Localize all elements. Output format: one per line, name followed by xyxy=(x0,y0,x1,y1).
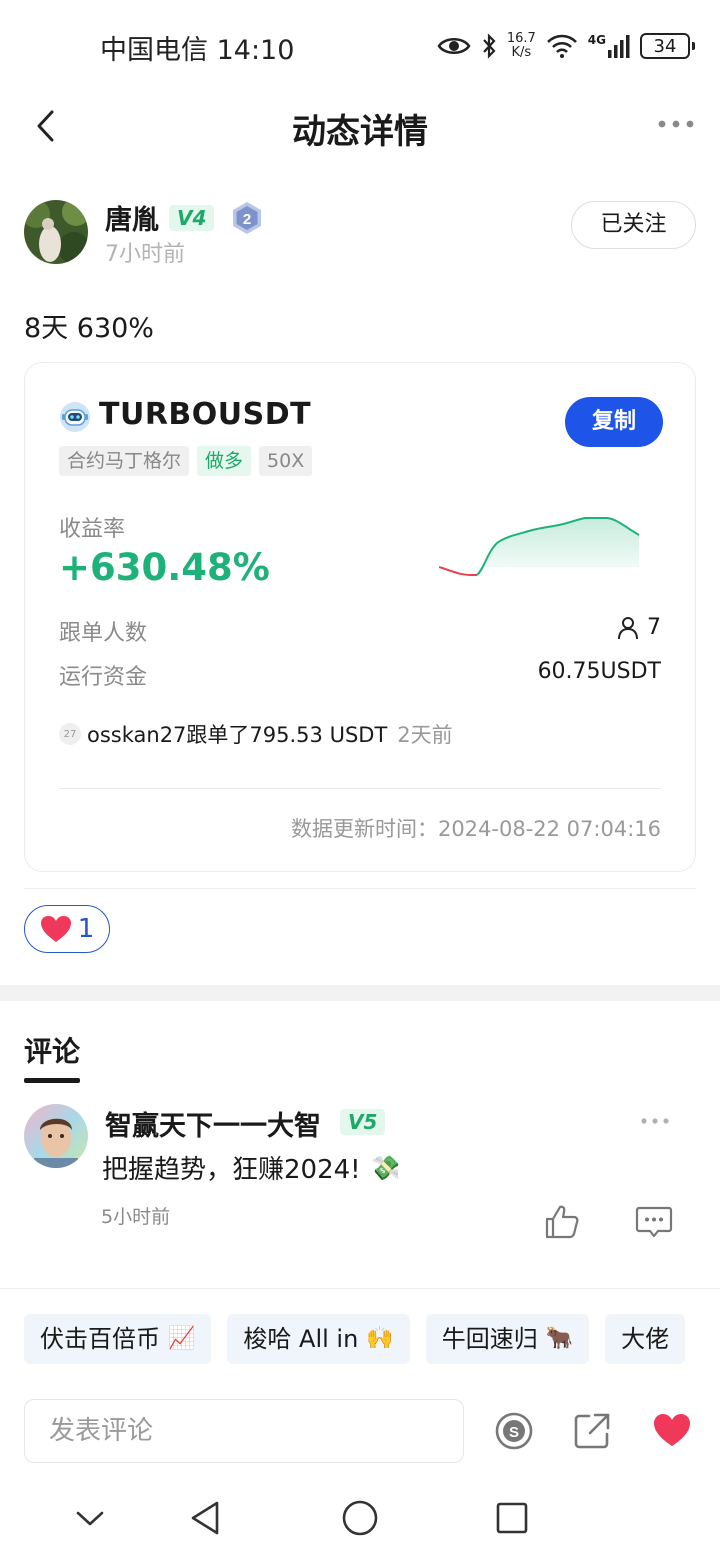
comment-time: 5小时前 xyxy=(101,1206,171,1228)
tag-leverage: 50X xyxy=(259,446,313,476)
author-name[interactable]: 唐胤 xyxy=(105,198,159,237)
page-title: 动态详情 xyxy=(292,112,428,152)
update-time: 数据更新时间：2024-08-22 07:04:16 xyxy=(290,817,661,841)
robot-coin-icon xyxy=(60,402,90,432)
vip-badge: V4 xyxy=(169,205,215,231)
yield-label: 收益率 xyxy=(59,517,126,542)
chart-up-emoji: 📈 xyxy=(168,1326,196,1351)
tab-comments[interactable]: 评论 xyxy=(24,1030,80,1070)
copy-button[interactable]: 复制 xyxy=(565,397,663,447)
comment-body: 把握趋势，狂赚2024! xyxy=(102,1155,361,1185)
quick-reply-chip[interactable]: 牛回速归 🐂 xyxy=(425,1314,590,1364)
money-emoji: 💸 xyxy=(370,1153,401,1182)
tip-coin-icon[interactable]: S xyxy=(493,1410,535,1452)
follower-event-time: 2天前 xyxy=(397,723,453,747)
comment-item: 智赢天下一一大智 V5 把握趋势，狂赚2024! 💸 5小时前 xyxy=(24,1104,696,1254)
tag-strategy-type: 合约马丁格尔 xyxy=(59,446,190,476)
divider xyxy=(24,888,696,889)
strategy-tags: 合约马丁格尔 做多 50X xyxy=(59,446,313,476)
comment-input[interactable]: 发表评论 xyxy=(24,1399,464,1463)
comment-text: 把握趋势，狂赚2024! 💸 xyxy=(102,1149,400,1186)
raised-hands-emoji: 🙌 xyxy=(366,1326,394,1351)
like-count: 1 xyxy=(77,914,95,944)
tab-underline xyxy=(24,1078,80,1083)
chevron-down-icon[interactable] xyxy=(70,1498,110,1538)
heart-icon[interactable] xyxy=(651,1410,693,1452)
latest-follower-event: 27 osskan27跟单了795.53 USDT 2天前 xyxy=(59,719,453,749)
quick-reply-chip[interactable]: 大佬 xyxy=(605,1314,686,1364)
followers-label: 跟单人数 xyxy=(59,621,148,646)
commenter-name[interactable]: 智赢天下一一大智 xyxy=(105,1104,321,1143)
network-speed: 16.7 K/s xyxy=(506,31,536,60)
follower-avatar: 27 xyxy=(59,723,81,745)
tag-direction: 做多 xyxy=(197,446,252,476)
signal-icon xyxy=(608,35,630,58)
comment-more-icon[interactable] xyxy=(640,1116,670,1126)
nav-bar: 动态详情 xyxy=(0,92,720,162)
share-icon[interactable] xyxy=(571,1410,613,1452)
quick-reply-chip[interactable]: 伏击百倍币 📈 xyxy=(24,1314,212,1364)
section-separator xyxy=(0,985,720,1001)
nav-recents-icon[interactable] xyxy=(492,1498,532,1538)
battery-icon: 34 xyxy=(640,33,695,59)
quick-reply-chips: 伏击百倍币 📈 梭哈 All in 🙌 牛回速归 🐂 大佬 xyxy=(24,1314,686,1364)
reply-comment-icon[interactable] xyxy=(634,1202,674,1242)
heart-icon xyxy=(40,916,71,942)
strategy-card[interactable]: TURBOUSDT 复制 合约马丁格尔 做多 50X 收益率 +630.48% … xyxy=(24,362,696,872)
follow-button[interactable]: 已关注 xyxy=(571,201,696,249)
nav-home-icon[interactable] xyxy=(340,1498,380,1538)
status-icons: 16.7 K/s 4G 34 xyxy=(437,26,695,66)
author-avatar[interactable] xyxy=(24,200,88,264)
funds-label: 运行资金 xyxy=(59,665,148,690)
funds-value: 60.75USDT xyxy=(537,659,661,684)
follower-event-text: osskan27跟单了795.53 USDT xyxy=(87,723,388,747)
yield-value: +630.48% xyxy=(59,546,270,589)
ox-emoji: 🐂 xyxy=(545,1326,574,1351)
system-nav-bar xyxy=(0,1478,720,1560)
svg-text:S: S xyxy=(509,1424,519,1441)
level-badge: 2 xyxy=(231,201,263,235)
commenter-vip-badge: V5 xyxy=(340,1109,386,1135)
commenter-avatar[interactable] xyxy=(24,1104,88,1168)
followers-value-row: 7 xyxy=(617,615,661,640)
thumbs-up-icon[interactable] xyxy=(542,1202,582,1242)
status-bar: 中国电信 14:10 16.7 K/s 4G 34 xyxy=(0,0,720,92)
svg-text:2: 2 xyxy=(243,211,251,228)
followers-count: 7 xyxy=(647,615,661,640)
nav-back-icon[interactable] xyxy=(186,1498,226,1538)
person-icon xyxy=(618,616,638,639)
eye-icon xyxy=(437,38,471,54)
card-divider xyxy=(59,788,661,789)
like-button[interactable]: 1 xyxy=(24,905,110,953)
coin-name: TURBOUSDT xyxy=(99,397,312,432)
carrier-time: 中国电信 14:10 xyxy=(100,35,295,66)
author-header: 唐胤 V4 2 7小时前 已关注 xyxy=(24,198,696,268)
post-text: 8天 630% xyxy=(24,313,154,344)
profit-sparkline xyxy=(439,517,640,576)
wifi-icon xyxy=(546,34,577,58)
divider xyxy=(0,1288,720,1289)
network-type: 4G xyxy=(587,33,606,47)
post-time: 7小时前 xyxy=(105,242,185,267)
more-options-icon[interactable] xyxy=(658,114,694,134)
quick-reply-chip[interactable]: 梭哈 All in 🙌 xyxy=(227,1314,410,1364)
bluetooth-icon xyxy=(483,33,496,59)
